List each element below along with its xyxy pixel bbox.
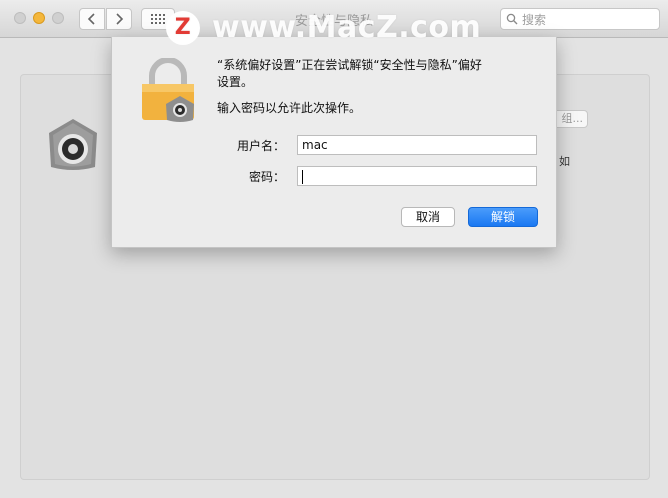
username-value: mac [302,138,328,152]
lock-icon [142,58,194,122]
watermark-text: www.MacZ.com [212,10,482,45]
password-label: 密码： [248,170,285,184]
auth-instruction: 输入密码以允许此次操作。 [217,101,362,115]
auth-message-line2: 设置。 [217,75,254,89]
search-field[interactable]: 搜索 [500,8,660,30]
password-field[interactable] [297,166,537,186]
cancel-button[interactable]: 取消 [401,207,455,227]
search-icon [506,13,518,25]
auth-dialog: “系统偏好设置”正在尝试解锁“安全性与隐私”偏好 设置。 输入密码以允许此次操作… [111,37,557,248]
username-label: 用户名： [236,139,285,153]
auth-message: “系统偏好设置”正在尝试解锁“安全性与隐私”偏好 设置。 [217,57,537,91]
text-cursor [302,169,303,184]
watermark: Z www.MacZ.com [166,10,481,45]
unlock-button[interactable]: 解锁 [468,207,538,227]
username-field[interactable]: mac [297,135,537,155]
search-placeholder: 搜索 [522,12,547,27]
auth-message-line1: “系统偏好设置”正在尝试解锁“安全性与隐私”偏好 [217,58,482,72]
lock-icon [49,119,97,170]
watermark-logo: Z [166,10,200,45]
